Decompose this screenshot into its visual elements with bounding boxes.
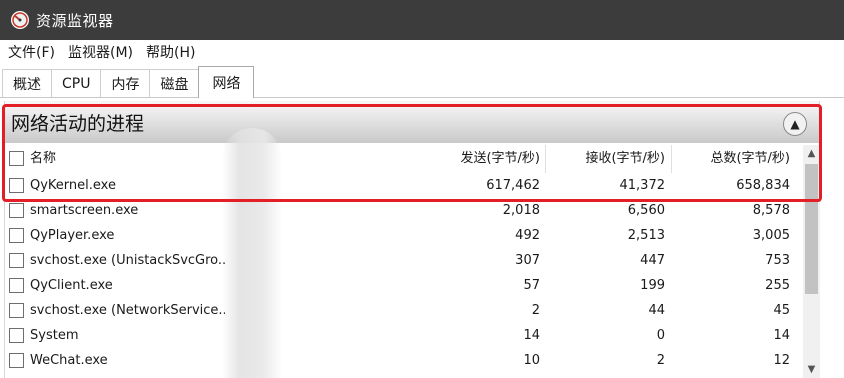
process-send: 14 [523, 328, 540, 343]
scroll-down-icon[interactable]: ▼ [803, 361, 820, 378]
table-row[interactable]: System 14 0 14 [5, 323, 799, 348]
row-checkbox[interactable] [9, 228, 24, 243]
tab-memory[interactable]: 内存 [100, 69, 151, 97]
tab-disk[interactable]: 磁盘 [149, 69, 200, 97]
tab-cpu[interactable]: CPU [51, 69, 102, 97]
process-name: svchost.exe (UnistackSvcGro... [30, 253, 225, 268]
highlight-annotation [2, 104, 822, 202]
process-total: 255 [765, 278, 790, 293]
process-total: 14 [773, 328, 790, 343]
table-row[interactable]: QyPlayer.exe 492 2,513 3,005 [5, 223, 799, 248]
process-recv: 2,513 [627, 228, 665, 243]
process-recv: 199 [640, 278, 665, 293]
table-row[interactable]: svchost.exe (NetworkService... 2 44 45 [5, 298, 799, 323]
tab-overview[interactable]: 概述 [2, 69, 52, 97]
tab-network[interactable]: 网络 [198, 66, 255, 98]
process-total: 45 [773, 303, 790, 318]
process-name: System [30, 328, 79, 343]
resource-monitor-icon [11, 11, 29, 29]
row-checkbox[interactable] [9, 278, 24, 293]
process-name: QyPlayer.exe [30, 228, 115, 243]
row-checkbox[interactable] [9, 203, 24, 218]
row-checkbox[interactable] [9, 253, 24, 268]
menu-monitor[interactable]: 监视器(M) [63, 42, 138, 64]
process-recv: 447 [640, 253, 665, 268]
table-row[interactable]: svchost.exe (UnistackSvcGro... 307 447 7… [5, 248, 799, 273]
menu-bar: 文件(F) 监视器(M) 帮助(H) [0, 40, 844, 66]
process-send: 10 [523, 353, 540, 368]
row-checkbox[interactable] [9, 353, 24, 368]
process-name: WeChat.exe [30, 353, 108, 368]
tab-bar: 概述 CPU 内存 磁盘 网络 [0, 66, 844, 98]
menu-help[interactable]: 帮助(H) [141, 42, 200, 64]
table-row[interactable]: QyClient.exe 57 199 255 [5, 273, 799, 298]
title-bar: 资源监视器 [0, 0, 844, 40]
process-total: 3,005 [752, 228, 790, 243]
process-send: 2 [531, 303, 540, 318]
row-checkbox[interactable] [9, 303, 24, 318]
process-total: 12 [773, 353, 790, 368]
table-row[interactable]: WeChat.exe 10 2 12 [5, 348, 799, 373]
process-recv: 0 [656, 328, 665, 343]
process-send: 492 [515, 228, 540, 243]
process-total: 753 [765, 253, 790, 268]
process-send: 57 [523, 278, 540, 293]
window-title: 资源监视器 [36, 11, 114, 30]
menu-file[interactable]: 文件(F) [3, 42, 60, 64]
process-name: svchost.exe (NetworkService... [30, 303, 225, 318]
process-send: 307 [515, 253, 540, 268]
process-recv: 44 [648, 303, 665, 318]
row-checkbox[interactable] [9, 328, 24, 343]
process-name: QyClient.exe [30, 278, 113, 293]
process-recv: 2 [656, 353, 665, 368]
